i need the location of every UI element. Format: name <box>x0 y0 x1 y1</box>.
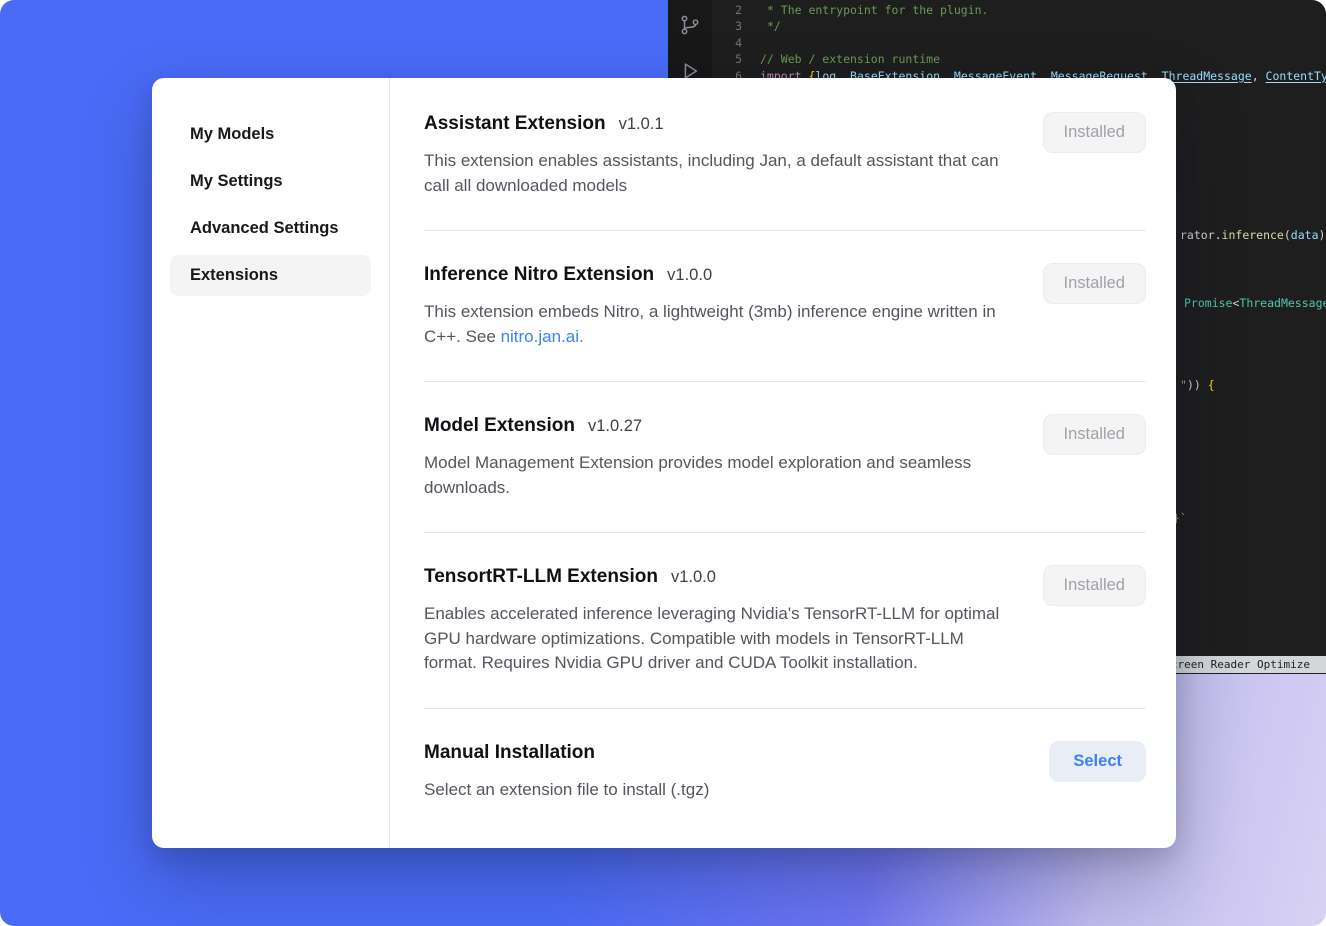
select-button[interactable]: Select <box>1049 741 1146 782</box>
extension-description-text: This extension enables assistants, inclu… <box>424 151 999 195</box>
code-fragment: rator.inference(data)); <box>1180 228 1326 242</box>
extension-version: v1.0.0 <box>667 263 712 287</box>
extension-row-tensorrt: TensortRT-LLM Extension v1.0.0 Enables a… <box>424 533 1146 709</box>
extension-name: Model Extension <box>424 414 575 438</box>
extension-description: Enables accelerated inference leveraging… <box>424 602 1009 676</box>
extension-version: v1.0.27 <box>588 414 642 438</box>
sidebar-item-my-models[interactable]: My Models <box>170 114 371 155</box>
status-chip-screen-reader: Screen Reader Optimize <box>1157 656 1326 673</box>
code-area: 2 * The entrypoint for the plugin.3 */45… <box>712 2 1326 84</box>
line-number: 3 <box>712 18 742 34</box>
extension-row-nitro: Inference Nitro Extension v1.0.0 This ex… <box>424 231 1146 382</box>
code-token: { <box>1208 378 1215 392</box>
code-token: inference <box>1222 228 1284 242</box>
extension-title: Inference Nitro Extension v1.0.0 <box>424 263 1009 287</box>
extension-version: v1.0.0 <box>671 565 716 589</box>
extension-info: TensortRT-LLM Extension v1.0.0 Enables a… <box>424 565 1009 676</box>
code-token: data <box>1291 228 1319 242</box>
code-token: " <box>1180 378 1187 392</box>
code-line: 3 */ <box>712 18 1326 34</box>
code-token: */ <box>760 19 781 33</box>
code-line: 5 // Web / extension runtime <box>712 51 1326 67</box>
code-fragment: Promise<ThreadMessage> <box>1184 296 1326 310</box>
line-number: 5 <box>712 51 742 67</box>
manual-installation-description: Select an extension file to install (.tg… <box>424 778 709 803</box>
line-number: 2 <box>712 2 742 18</box>
extension-description: This extension embeds Nitro, a lightweig… <box>424 300 1009 349</box>
extension-title: Assistant Extension v1.0.1 <box>424 112 1009 136</box>
installed-button[interactable]: Installed <box>1043 565 1146 606</box>
code-token: Promise <box>1184 296 1232 310</box>
extension-name: Manual Installation <box>424 741 595 765</box>
code-token: )) <box>1187 378 1208 392</box>
installed-button[interactable]: Installed <box>1043 263 1146 304</box>
extension-info: Manual Installation Select an extension … <box>424 741 709 803</box>
extension-name: Assistant Extension <box>424 112 606 136</box>
manual-installation-title: Manual Installation <box>424 741 709 765</box>
nitro-jan-ai-link[interactable]: nitro.jan.ai. <box>501 327 584 346</box>
extension-name: Inference Nitro Extension <box>424 263 654 287</box>
extensions-list: Assistant Extension v1.0.1 This extensio… <box>390 78 1176 848</box>
manual-installation-row: Manual Installation Select an extension … <box>424 709 1146 835</box>
code-token: )); <box>1319 228 1326 242</box>
code-fragment: ")) { <box>1180 378 1215 392</box>
source-control-icon <box>679 14 701 36</box>
code-token: ContentType <box>1266 69 1326 83</box>
sidebar-item-advanced-settings[interactable]: Advanced Settings <box>170 208 371 249</box>
code-line: 2 * The entrypoint for the plugin. <box>712 2 1326 18</box>
code-token: ( <box>1284 228 1291 242</box>
code-token: * The entrypoint for the plugin. <box>760 3 988 17</box>
extension-row-assistant: Assistant Extension v1.0.1 This extensio… <box>424 110 1146 231</box>
extension-description-text: Model Management Extension provides mode… <box>424 453 971 497</box>
extension-title: Model Extension v1.0.27 <box>424 414 1009 438</box>
desktop-background: 2 * The entrypoint for the plugin.3 */45… <box>0 0 1326 926</box>
sidebar-item-extensions[interactable]: Extensions <box>170 255 371 296</box>
settings-panel: My Models My Settings Advanced Settings … <box>152 78 1176 848</box>
code-token: ThreadMessage <box>1162 69 1252 83</box>
settings-sidebar: My Models My Settings Advanced Settings … <box>152 78 390 848</box>
code-token: ThreadMessage <box>1239 296 1326 310</box>
extension-info: Inference Nitro Extension v1.0.0 This ex… <box>424 263 1009 349</box>
extension-info: Assistant Extension v1.0.1 This extensio… <box>424 112 1009 198</box>
code-token: , <box>1252 69 1266 83</box>
extension-description-text: Enables accelerated inference leveraging… <box>424 604 999 672</box>
line-number: 4 <box>712 35 742 51</box>
installed-button[interactable]: Installed <box>1043 414 1146 455</box>
extension-name: TensortRT-LLM Extension <box>424 565 658 589</box>
extension-description: Model Management Extension provides mode… <box>424 451 1009 500</box>
sidebar-item-my-settings[interactable]: My Settings <box>170 161 371 202</box>
extension-row-model: Model Extension v1.0.27 Model Management… <box>424 382 1146 533</box>
installed-button[interactable]: Installed <box>1043 112 1146 153</box>
extension-info: Model Extension v1.0.27 Model Management… <box>424 414 1009 500</box>
code-token: rator. <box>1180 228 1222 242</box>
extension-title: TensortRT-LLM Extension v1.0.0 <box>424 565 1009 589</box>
extension-description: This extension enables assistants, inclu… <box>424 149 1009 198</box>
code-line: 4 <box>712 35 1326 51</box>
extension-version: v1.0.1 <box>619 112 664 136</box>
code-token: // Web / extension runtime <box>760 52 940 66</box>
